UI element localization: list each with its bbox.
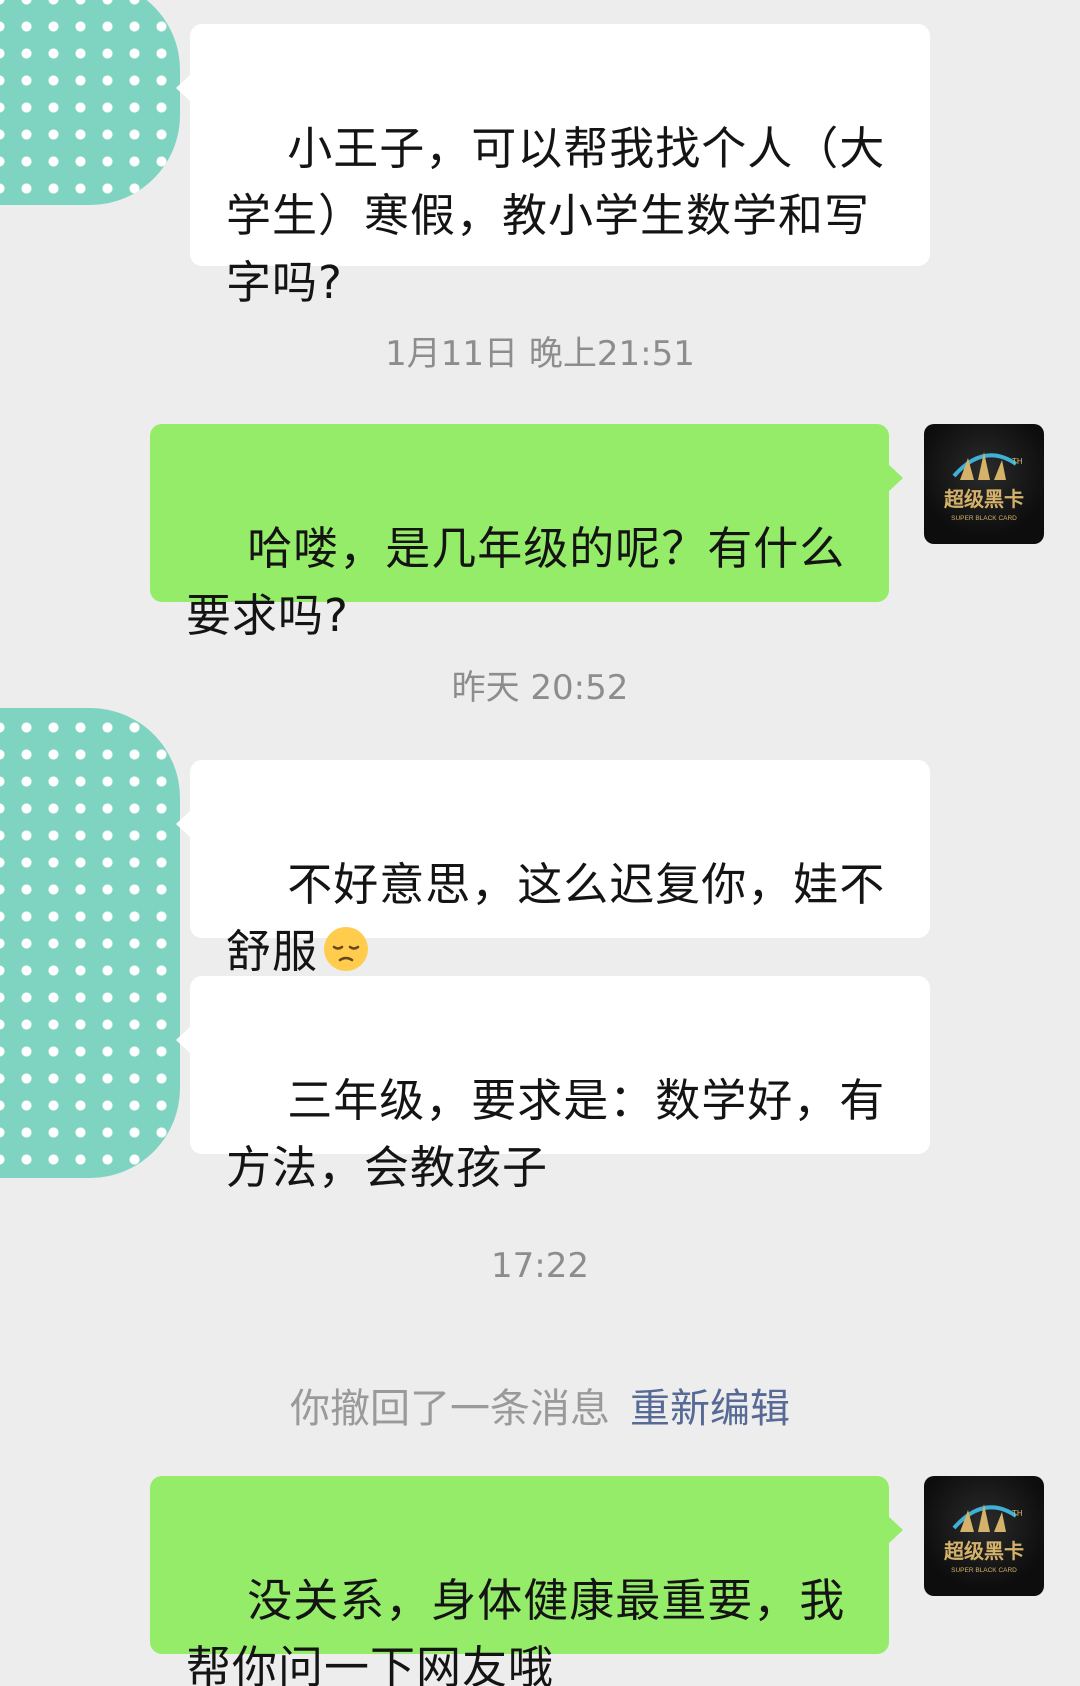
message-text: 哈喽，是几年级的呢？有什么要求吗? (186, 522, 846, 642)
super-black-card-logo-icon: TH 超级黑卡 SUPER BLACK CARD (943, 452, 1024, 522)
logo-mark: TH (1012, 1509, 1023, 1518)
chat-view[interactable]: 小王子，可以帮我找个人（大学生）寒假，教小学生数学和写字吗? 1月11日 晚上2… (0, 0, 1080, 1686)
message-bubble-received[interactable]: 三年级，要求是：数学好，有方法，会教孩子 (176, 976, 930, 1194)
self-avatar[interactable]: TH 超级黑卡 SUPER BLACK CARD (924, 424, 1044, 544)
logo-title: 超级黑卡 (943, 1539, 1024, 1563)
message-bubble-received[interactable]: 小王子，可以帮我找个人（大学生）寒假，教小学生数学和写字吗? (176, 24, 930, 309)
recall-notice: 你撤回了一条消息 重新编辑 (0, 1376, 1080, 1434)
message-text: 没关系，身体健康最重要，我帮你问一下网友哦 (186, 1574, 846, 1686)
pensive-face-icon (324, 927, 369, 971)
contact-avatar[interactable] (0, 0, 180, 205)
message-text: 三年级，要求是：数学好，有方法，会教孩子 (226, 1074, 886, 1194)
timestamp: 昨天 20:52 (451, 668, 629, 708)
re-edit-link[interactable]: 重新编辑 (630, 1386, 790, 1432)
contact-avatar[interactable] (0, 708, 180, 1178)
message-bubble-sent[interactable]: 没关系，身体健康最重要，我帮你问一下网友哦 (150, 1476, 903, 1686)
message-text: 小王子，可以帮我找个人（大学生）寒假，教小学生数学和写字吗? (226, 122, 886, 309)
logo-mark: TH (1012, 457, 1023, 466)
timestamp: 1月11日 晚上21:51 (385, 334, 695, 374)
logo-subtitle: SUPER BLACK CARD (951, 515, 1017, 522)
recall-text: 你撤回了一条消息 (290, 1386, 610, 1432)
logo-title: 超级黑卡 (943, 487, 1024, 511)
message-bubble-sent[interactable]: 哈喽，是几年级的呢？有什么要求吗? (150, 424, 903, 642)
message-bubble-received[interactable]: 不好意思，这么迟复你，娃不舒服 (176, 760, 930, 978)
self-avatar[interactable]: TH 超级黑卡 SUPER BLACK CARD (924, 1476, 1044, 1596)
timestamp: 17:22 (491, 1246, 589, 1286)
logo-subtitle: SUPER BLACK CARD (951, 1567, 1017, 1574)
super-black-card-logo-icon: TH 超级黑卡 SUPER BLACK CARD (943, 1504, 1024, 1574)
